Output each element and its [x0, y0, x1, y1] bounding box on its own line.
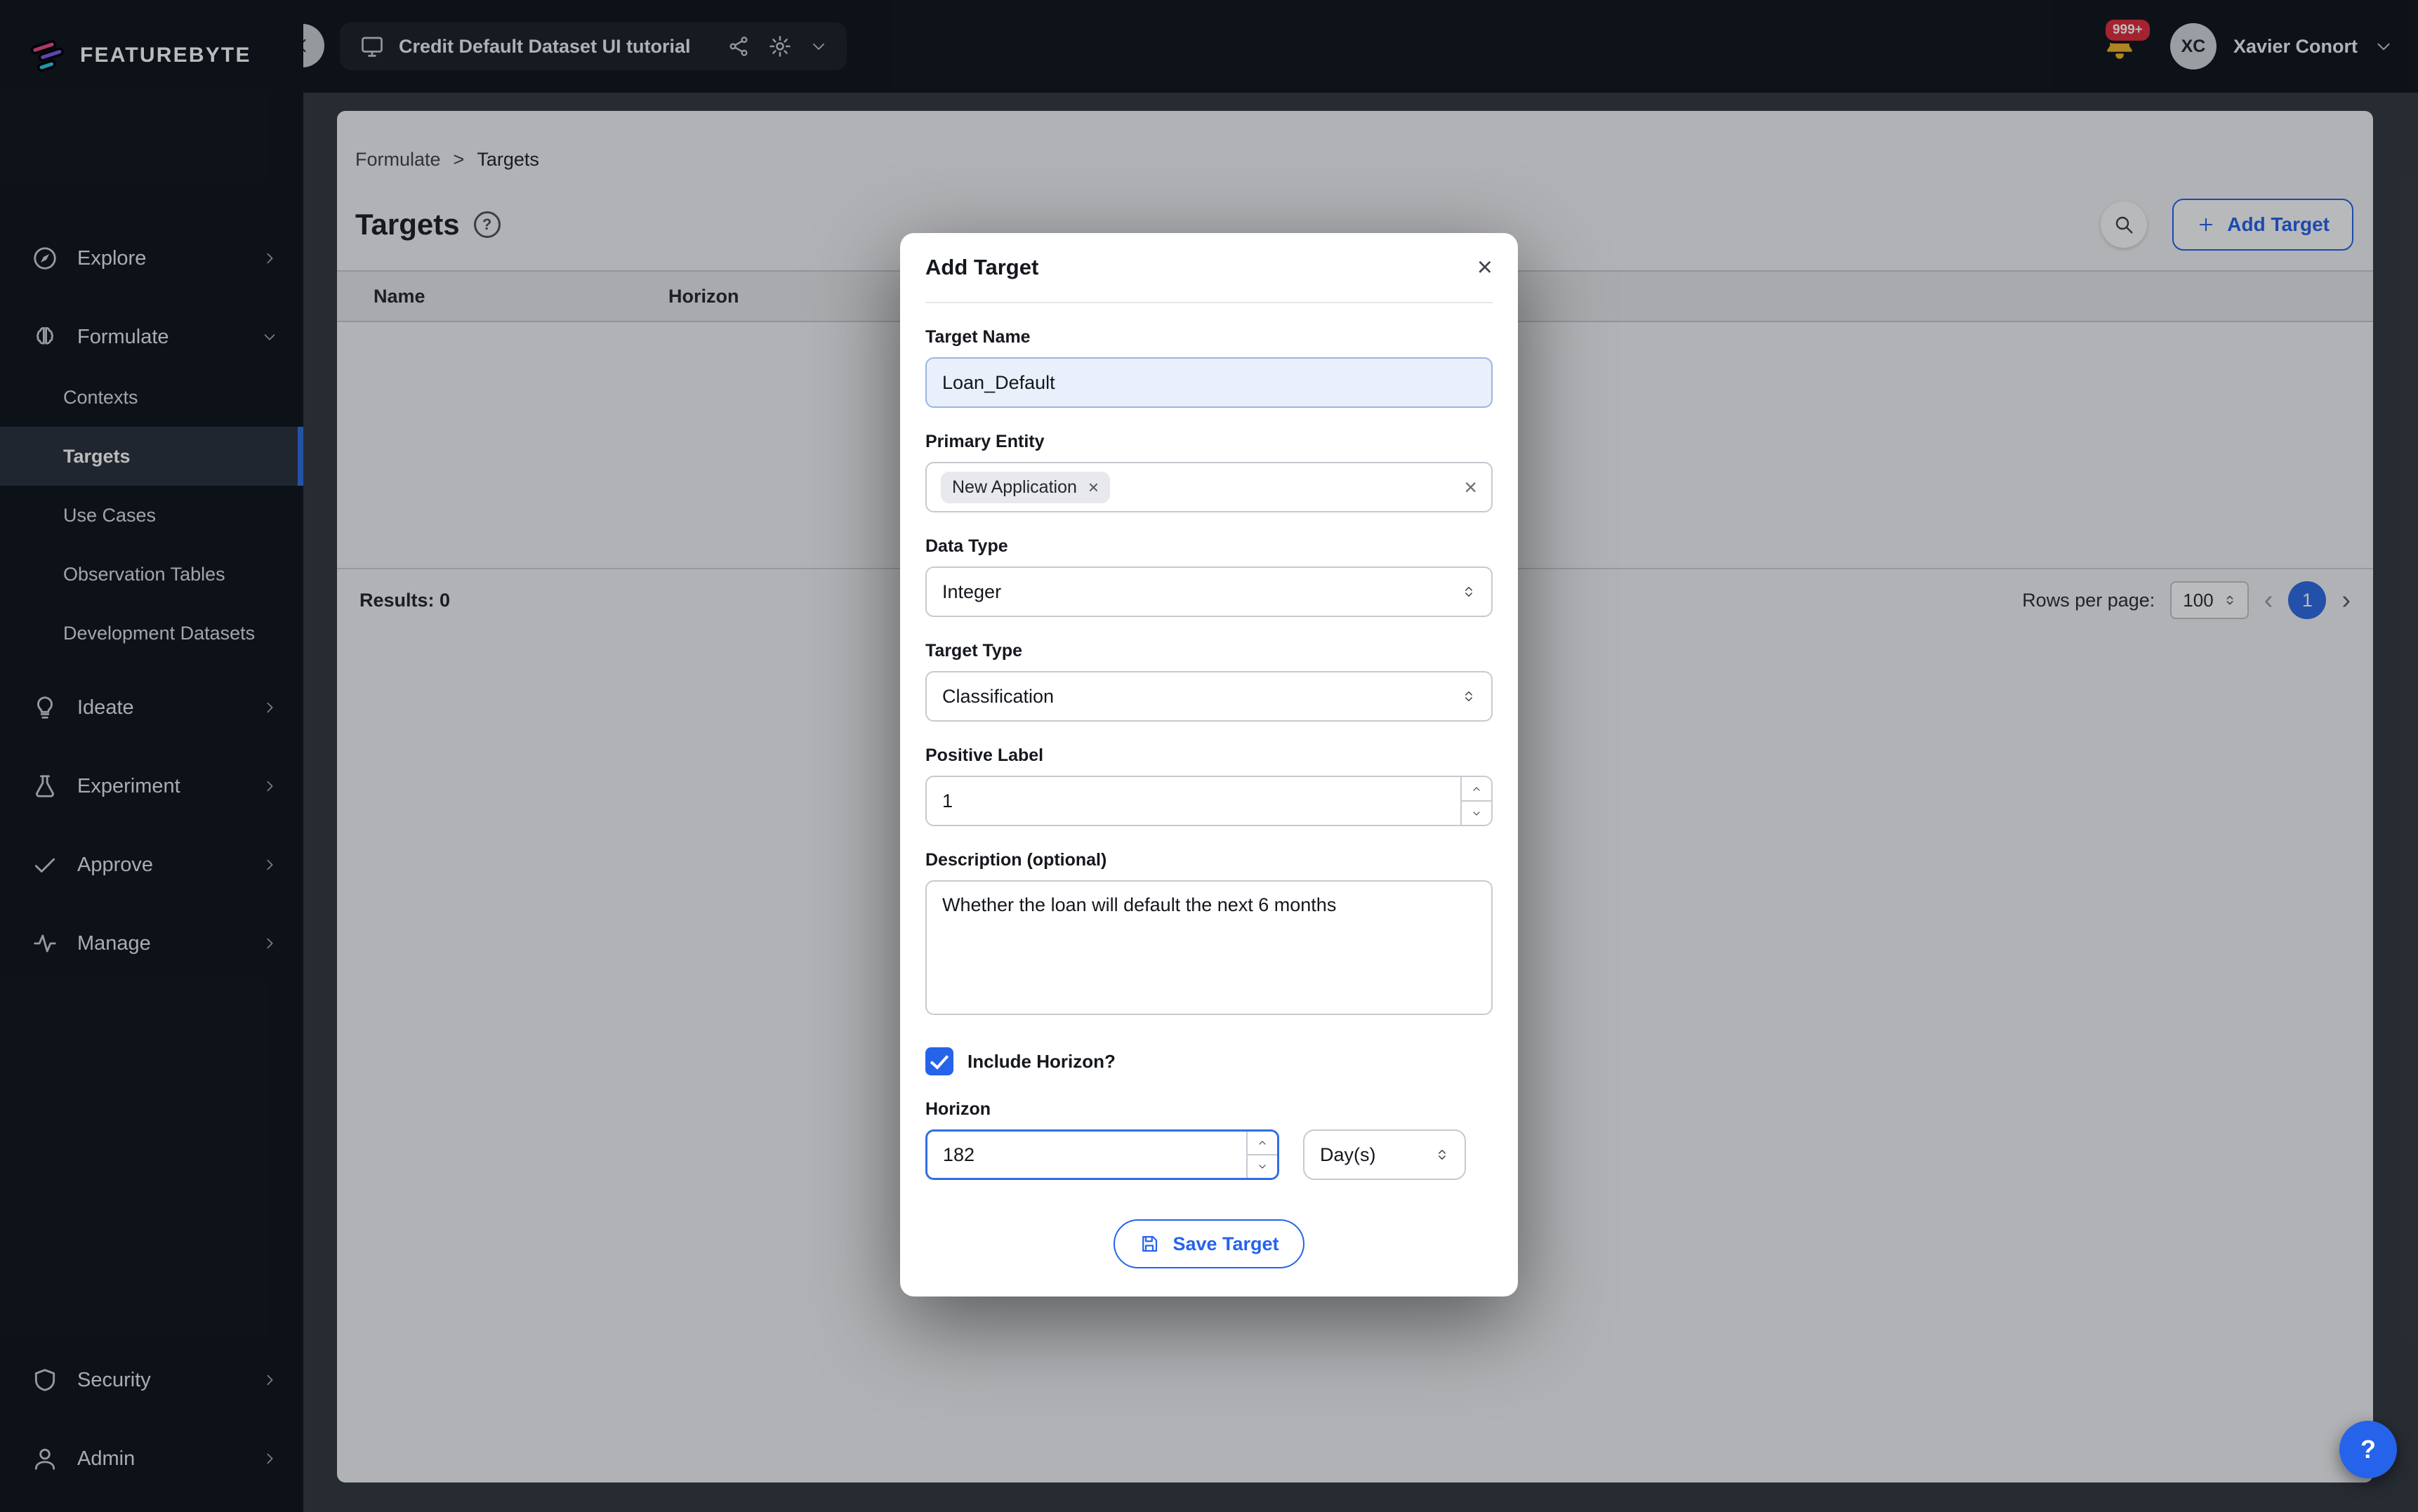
save-icon [1139, 1233, 1160, 1254]
horizon-stepper [925, 1129, 1279, 1180]
target-type-label: Target Type [925, 641, 1493, 661]
include-horizon-label: Include Horizon? [967, 1051, 1116, 1073]
save-target-label: Save Target [1172, 1233, 1279, 1255]
stepper-up-icon[interactable] [1248, 1132, 1277, 1155]
close-icon[interactable]: × [1477, 253, 1493, 283]
positive-label-label: Positive Label [925, 745, 1493, 766]
select-chevrons-icon [1462, 686, 1476, 707]
include-horizon-row: Include Horizon? [925, 1047, 1493, 1075]
data-type-select[interactable]: Integer [925, 566, 1493, 617]
chip-remove-icon[interactable]: × [1088, 478, 1099, 496]
stepper-down-icon[interactable] [1462, 802, 1491, 825]
positive-label-stepper [925, 776, 1493, 826]
description-label: Description (optional) [925, 850, 1493, 870]
horizon-unit-value: Day(s) [1320, 1144, 1376, 1166]
positive-label-input[interactable] [927, 777, 1460, 825]
include-horizon-checkbox[interactable] [925, 1047, 953, 1075]
description-textarea[interactable]: Whether the loan will default the next 6… [925, 880, 1493, 1015]
data-type-label: Data Type [925, 536, 1493, 557]
add-target-modal: Add Target × Target Name Primary Entity … [900, 233, 1518, 1297]
primary-entity-label: Primary Entity [925, 432, 1493, 452]
data-type-value: Integer [942, 581, 1001, 603]
select-chevrons-icon [1462, 581, 1476, 602]
target-name-input[interactable] [925, 357, 1493, 408]
target-name-label: Target Name [925, 327, 1493, 347]
stepper-down-icon[interactable] [1248, 1155, 1277, 1178]
help-fab-button[interactable]: ? [2339, 1421, 2397, 1478]
entity-chip-label: New Application [952, 477, 1077, 498]
target-type-value: Classification [942, 686, 1054, 708]
primary-entity-field[interactable]: New Application × × [925, 462, 1493, 512]
modal-header: Add Target × [925, 233, 1493, 303]
select-chevrons-icon [1435, 1144, 1449, 1165]
horizon-input[interactable] [927, 1132, 1246, 1178]
stepper-up-icon[interactable] [1462, 777, 1491, 802]
target-type-select[interactable]: Classification [925, 671, 1493, 722]
entity-chip: New Application × [941, 472, 1110, 503]
horizon-label: Horizon [925, 1099, 1493, 1120]
clear-field-icon[interactable]: × [1464, 476, 1477, 498]
modal-title: Add Target [925, 255, 1038, 280]
horizon-unit-select[interactable]: Day(s) [1303, 1129, 1466, 1180]
save-target-button[interactable]: Save Target [1114, 1219, 1304, 1268]
